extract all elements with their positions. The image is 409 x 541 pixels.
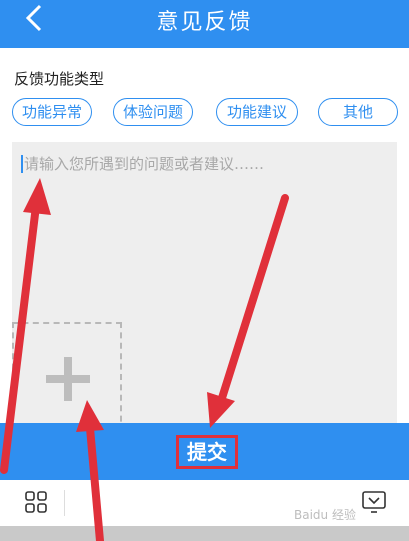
top-bar: 意见反馈 xyxy=(0,0,409,48)
feedback-type-label: 反馈功能类型 xyxy=(14,70,105,88)
keyboard-strip xyxy=(0,526,409,541)
grid-icon[interactable] xyxy=(24,490,48,514)
submit-label: 提交 xyxy=(176,435,238,469)
feedback-placeholder: 请输入您所遇到的问题或者建议…… xyxy=(24,155,265,173)
text-cursor xyxy=(21,155,23,173)
tag-other[interactable]: 其他 xyxy=(318,98,398,126)
keyboard-collapse-icon[interactable] xyxy=(360,488,388,516)
tag-experience-issue[interactable]: 体验问题 xyxy=(113,98,193,126)
toolbar-divider xyxy=(64,490,65,516)
baidu-watermark: Baidu 经验 xyxy=(294,508,356,522)
tag-function-error[interactable]: 功能异常 xyxy=(12,98,92,126)
tag-function-suggestion[interactable]: 功能建议 xyxy=(216,98,298,126)
page-title: 意见反馈 xyxy=(156,10,253,35)
plus-icon-vertical xyxy=(64,357,72,401)
